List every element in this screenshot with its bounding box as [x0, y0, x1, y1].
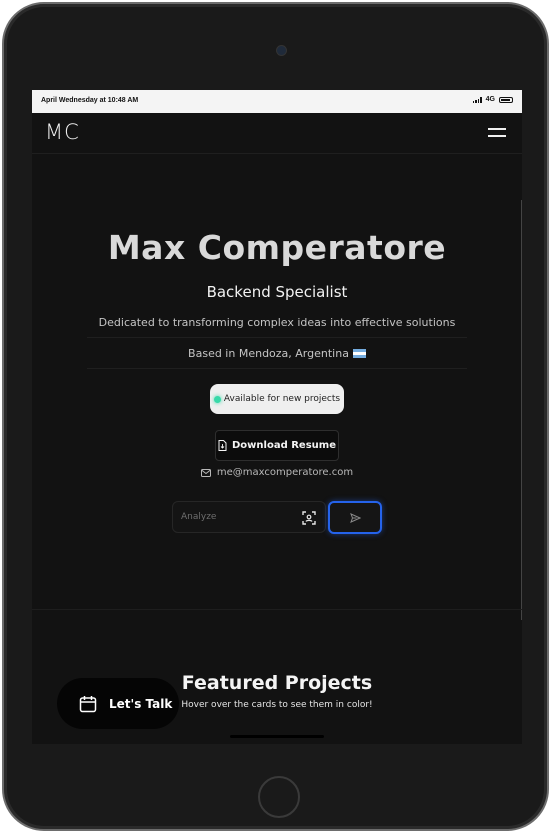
email-text: me@maxcomperatore.com	[216, 467, 354, 478]
lets-talk-label: Let's Talk	[109, 696, 173, 711]
divider	[87, 337, 467, 338]
calendar-icon	[79, 695, 97, 712]
screen: April Wednesday at 10:48 AM 4G MC Max Co…	[32, 90, 522, 744]
status-dot-icon	[213, 395, 221, 403]
front-camera	[276, 45, 287, 56]
battery-icon	[499, 96, 513, 103]
send-button[interactable]	[328, 501, 382, 534]
analyze-field	[172, 501, 326, 533]
availability-badge: Available for new projects	[210, 384, 344, 414]
availability-text: Available for new projects	[223, 394, 341, 404]
resume-label: Download Resume	[232, 440, 336, 451]
location-text: Based in Mendoza, Argentina	[188, 347, 349, 360]
status-time: April Wednesday at 10:48 AM	[41, 97, 139, 104]
hero-role: Backend Specialist	[206, 283, 348, 301]
network-type: 4G	[485, 96, 495, 103]
argentina-flag-icon	[352, 349, 366, 358]
menu-icon[interactable]	[488, 125, 506, 139]
send-icon	[349, 512, 361, 523]
mail-icon	[200, 468, 211, 477]
document-icon	[218, 440, 227, 451]
section-divider	[32, 609, 522, 610]
home-button[interactable]	[258, 776, 300, 818]
hero-tagline: Dedicated to transforming complex ideas …	[98, 316, 456, 329]
analyze-input[interactable]	[173, 502, 299, 532]
status-indicators: 4G	[472, 96, 513, 103]
signal-icon	[472, 96, 482, 103]
lets-talk-button[interactable]: Let's Talk	[57, 678, 179, 729]
download-resume-button[interactable]: Download Resume	[215, 430, 339, 461]
location: Based in Mendoza, Argentina	[32, 347, 522, 360]
logo[interactable]: MC	[45, 120, 80, 144]
status-bar: April Wednesday at 10:48 AM 4G	[32, 90, 522, 113]
email-link[interactable]: me@maxcomperatore.com	[32, 467, 522, 478]
hero-name: Max Comperatore	[107, 228, 447, 267]
navbar: MC	[32, 113, 522, 154]
scan-icon[interactable]	[302, 511, 316, 525]
home-indicator	[230, 735, 324, 738]
divider	[87, 368, 467, 369]
